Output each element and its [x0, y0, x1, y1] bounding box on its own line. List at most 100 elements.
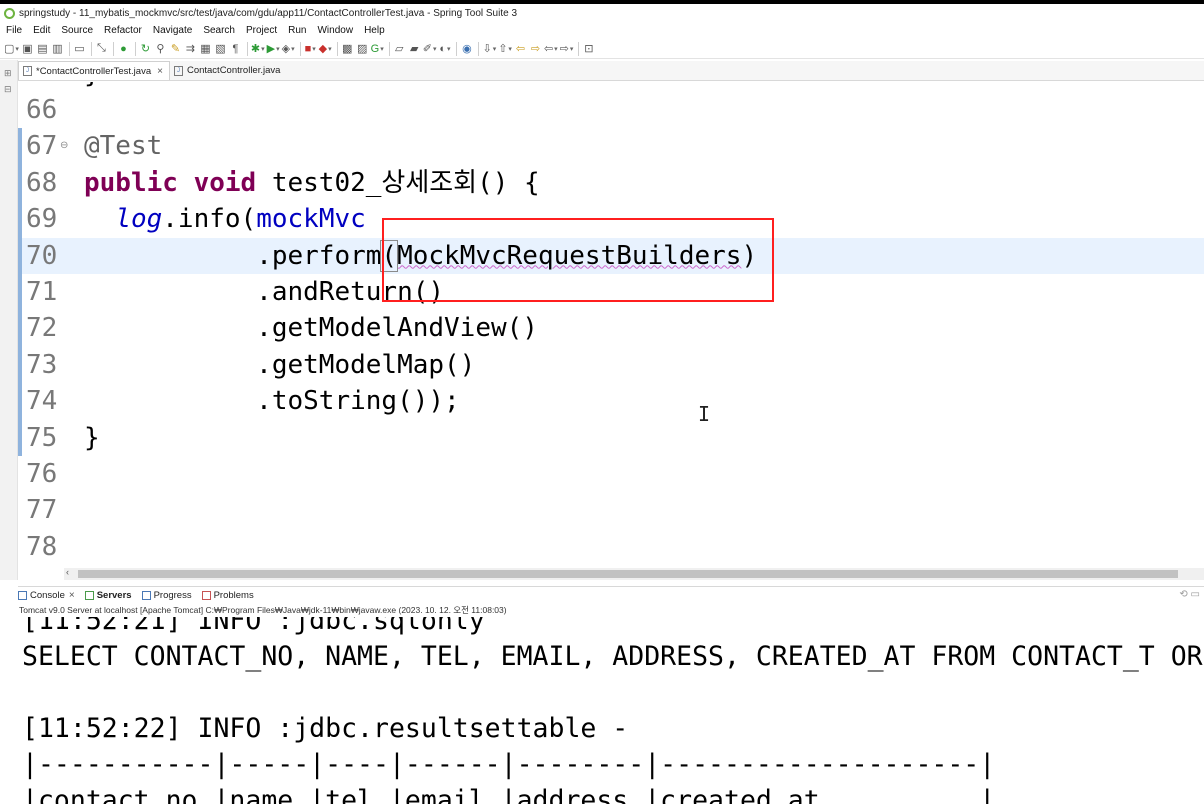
java-file-icon: J — [23, 66, 32, 76]
console-process-label: Tomcat v9.0 Server at localhost [Apache … — [19, 605, 507, 615]
tab-label: Servers — [96, 590, 132, 601]
next-annotation-icon[interactable]: ⇉ — [184, 41, 197, 57]
close-icon[interactable]: × — [157, 66, 163, 77]
pin-icon[interactable]: ⚲ — [154, 41, 167, 57]
line-number: 74 — [26, 386, 58, 417]
back-icon[interactable]: ⇦ — [544, 41, 558, 57]
tab-label: *ContactControllerTest.java — [36, 65, 152, 77]
toolbar-separator — [90, 41, 92, 56]
code-line: 75 } — [18, 419, 1204, 456]
save-all-icon[interactable]: ▤ — [36, 41, 49, 57]
console-line: |-----------|-----|----|------|--------|… — [22, 749, 996, 780]
save-icon[interactable]: ▣ — [21, 41, 34, 57]
open-task-icon[interactable]: ◐ — [438, 41, 451, 57]
tab-contactcontrollertest[interactable]: J *ContactControllerTest.java × — [18, 61, 170, 80]
menu-help[interactable]: Help — [364, 25, 385, 36]
field-ref: mockMvc — [256, 204, 366, 235]
toolbar-separator — [336, 41, 338, 56]
menu-project[interactable]: Project — [246, 25, 277, 36]
line-number: 67 — [26, 131, 58, 162]
coverage-icon[interactable]: ◈ — [282, 41, 295, 57]
code-text: .getModelAndView() — [84, 313, 538, 344]
code-text: } — [84, 422, 100, 453]
last-edit-icon[interactable]: ⇦ — [514, 41, 527, 57]
external-tools-icon[interactable]: ◆ — [319, 41, 332, 57]
line-number: 75 — [26, 422, 58, 453]
tab-progress[interactable]: Progress — [141, 590, 192, 601]
stop-server-icon[interactable]: ■ — [304, 41, 317, 57]
console-output[interactable]: [11:52:21] INFO :jdbc.sqlonly SELECT CON… — [18, 617, 1204, 804]
tab-contactcontroller[interactable]: J ContactController.java — [170, 61, 286, 80]
code-text: @Test — [84, 131, 163, 162]
close-icon[interactable]: × — [69, 590, 75, 601]
code-line: 73 .getModelMap() — [18, 346, 1204, 384]
new-icon[interactable]: ▢ — [4, 41, 19, 57]
menu-file[interactable]: File — [6, 25, 22, 36]
globe-icon[interactable]: ◉ — [460, 41, 473, 57]
code-text: public void test02_상세조회() { — [84, 165, 540, 201]
tab-label: Progress — [153, 590, 192, 601]
menu-bar: File Edit Source Refactor Navigate Searc… — [0, 22, 1204, 38]
new-class-icon[interactable]: G — [371, 41, 384, 57]
new-package-icon[interactable]: ▨ — [356, 41, 369, 57]
mark-occurrences-icon[interactable]: ✎ — [169, 41, 182, 57]
menu-edit[interactable]: Edit — [33, 25, 50, 36]
refresh-icon[interactable]: ↻ — [139, 41, 152, 57]
change-marker — [18, 310, 22, 347]
restore-icon[interactable]: ⊞ — [4, 68, 12, 79]
code-line: 67 ⊖ @Test — [18, 128, 1204, 165]
menu-run[interactable]: Run — [288, 25, 306, 36]
line-number: 77 — [26, 495, 58, 526]
toolbar-separator — [299, 41, 301, 56]
menu-refactor[interactable]: Refactor — [104, 25, 142, 36]
menu-window[interactable]: Window — [317, 25, 353, 36]
console-icon[interactable]: ▭ — [73, 41, 86, 57]
fold-icon[interactable]: ⊖ — [60, 140, 68, 151]
show-whitespace-icon[interactable]: ▧ — [214, 41, 227, 57]
toolbar-separator — [388, 41, 390, 56]
run-icon[interactable]: ▶ — [267, 41, 280, 57]
forward-icon[interactable]: ⇨ — [560, 41, 574, 57]
pin-editor-icon[interactable]: ⊡ — [582, 41, 595, 57]
change-marker — [18, 419, 22, 456]
scroll-left-icon[interactable]: ‹ — [66, 567, 69, 577]
tab-console[interactable]: Console × — [18, 590, 75, 601]
text-cursor-icon: I — [698, 402, 711, 426]
java-file-icon: J — [173, 65, 183, 76]
open-resource-icon[interactable]: ▰ — [408, 41, 421, 57]
code-line: 68 public void test02_상세조회() { — [18, 164, 1204, 202]
code-line: 76 — [18, 456, 1204, 492]
change-marker — [18, 383, 22, 420]
title-bar: springstudy - 11_mybatis_mockmvc/src/tes… — [0, 4, 1204, 22]
skip-breakpoints-icon[interactable]: ⤡ — [95, 41, 108, 57]
editor-horizontal-scrollbar[interactable]: ‹ — [64, 567, 1204, 580]
tab-problems[interactable]: Problems — [201, 590, 254, 601]
tab-servers[interactable]: Servers — [84, 590, 132, 601]
package-explorer-icon[interactable]: ⊟ — [4, 84, 12, 95]
editor-tab-bar: J *ContactControllerTest.java × J Contac… — [18, 61, 1204, 81]
block-selection-icon[interactable]: ▦ — [199, 41, 212, 57]
menu-navigate[interactable]: Navigate — [153, 25, 192, 36]
menu-source[interactable]: Source — [61, 25, 93, 36]
menu-search[interactable]: Search — [203, 25, 235, 36]
method-call: .info( — [162, 204, 257, 235]
print-icon[interactable]: ▥ — [51, 41, 64, 57]
change-marker — [18, 164, 22, 202]
keyword: public void — [84, 167, 257, 198]
next-edit-icon[interactable]: ⇩ — [482, 41, 496, 57]
open-type-icon[interactable]: ▱ — [393, 41, 406, 57]
code-editor[interactable]: } 66 67 ⊖ @Test 68 public void test02_상세… — [18, 82, 1204, 568]
search-icon[interactable]: ✐ — [423, 41, 437, 57]
tab-label: ContactController.java — [186, 65, 281, 76]
pilcrow-icon[interactable]: ¶ — [229, 41, 242, 57]
scrollbar-thumb[interactable] — [78, 570, 1178, 578]
line-number: 78 — [26, 531, 58, 562]
prev-edit-icon[interactable]: ⇧ — [498, 41, 512, 57]
panel-menu-icon[interactable]: ⟲ ▭ — [1179, 589, 1200, 600]
new-java-project-icon[interactable]: ▩ — [341, 41, 354, 57]
debug-icon[interactable]: ✱ — [251, 41, 265, 57]
code-text: .getModelMap() — [84, 349, 476, 380]
highlight-box-annotation — [382, 218, 774, 302]
forward-edit-icon[interactable]: ⇨ — [529, 41, 542, 57]
spring-boot-icon[interactable]: ● — [117, 41, 130, 57]
